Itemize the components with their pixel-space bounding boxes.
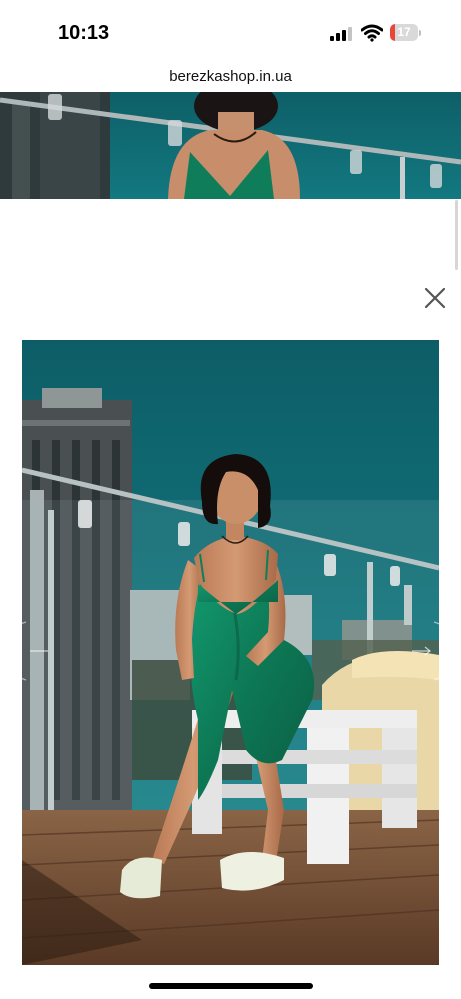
- scroll-indicator[interactable]: [455, 200, 458, 270]
- home-indicator[interactable]: [149, 983, 313, 989]
- product-photo[interactable]: [22, 340, 439, 965]
- close-icon[interactable]: [423, 286, 447, 310]
- previous-photo[interactable]: [0, 92, 461, 199]
- signal-icon: [330, 27, 352, 41]
- battery-icon: 17: [390, 24, 423, 42]
- url-bar[interactable]: berezkashop.in.ua: [0, 64, 461, 90]
- wifi-icon: [361, 24, 383, 42]
- chevron-right-icon[interactable]: [404, 620, 457, 682]
- status-bar: 10:13 17: [0, 0, 461, 62]
- battery-level: 17: [397, 25, 411, 39]
- chevron-left-icon[interactable]: [3, 620, 56, 682]
- status-time: 10:13: [58, 22, 110, 44]
